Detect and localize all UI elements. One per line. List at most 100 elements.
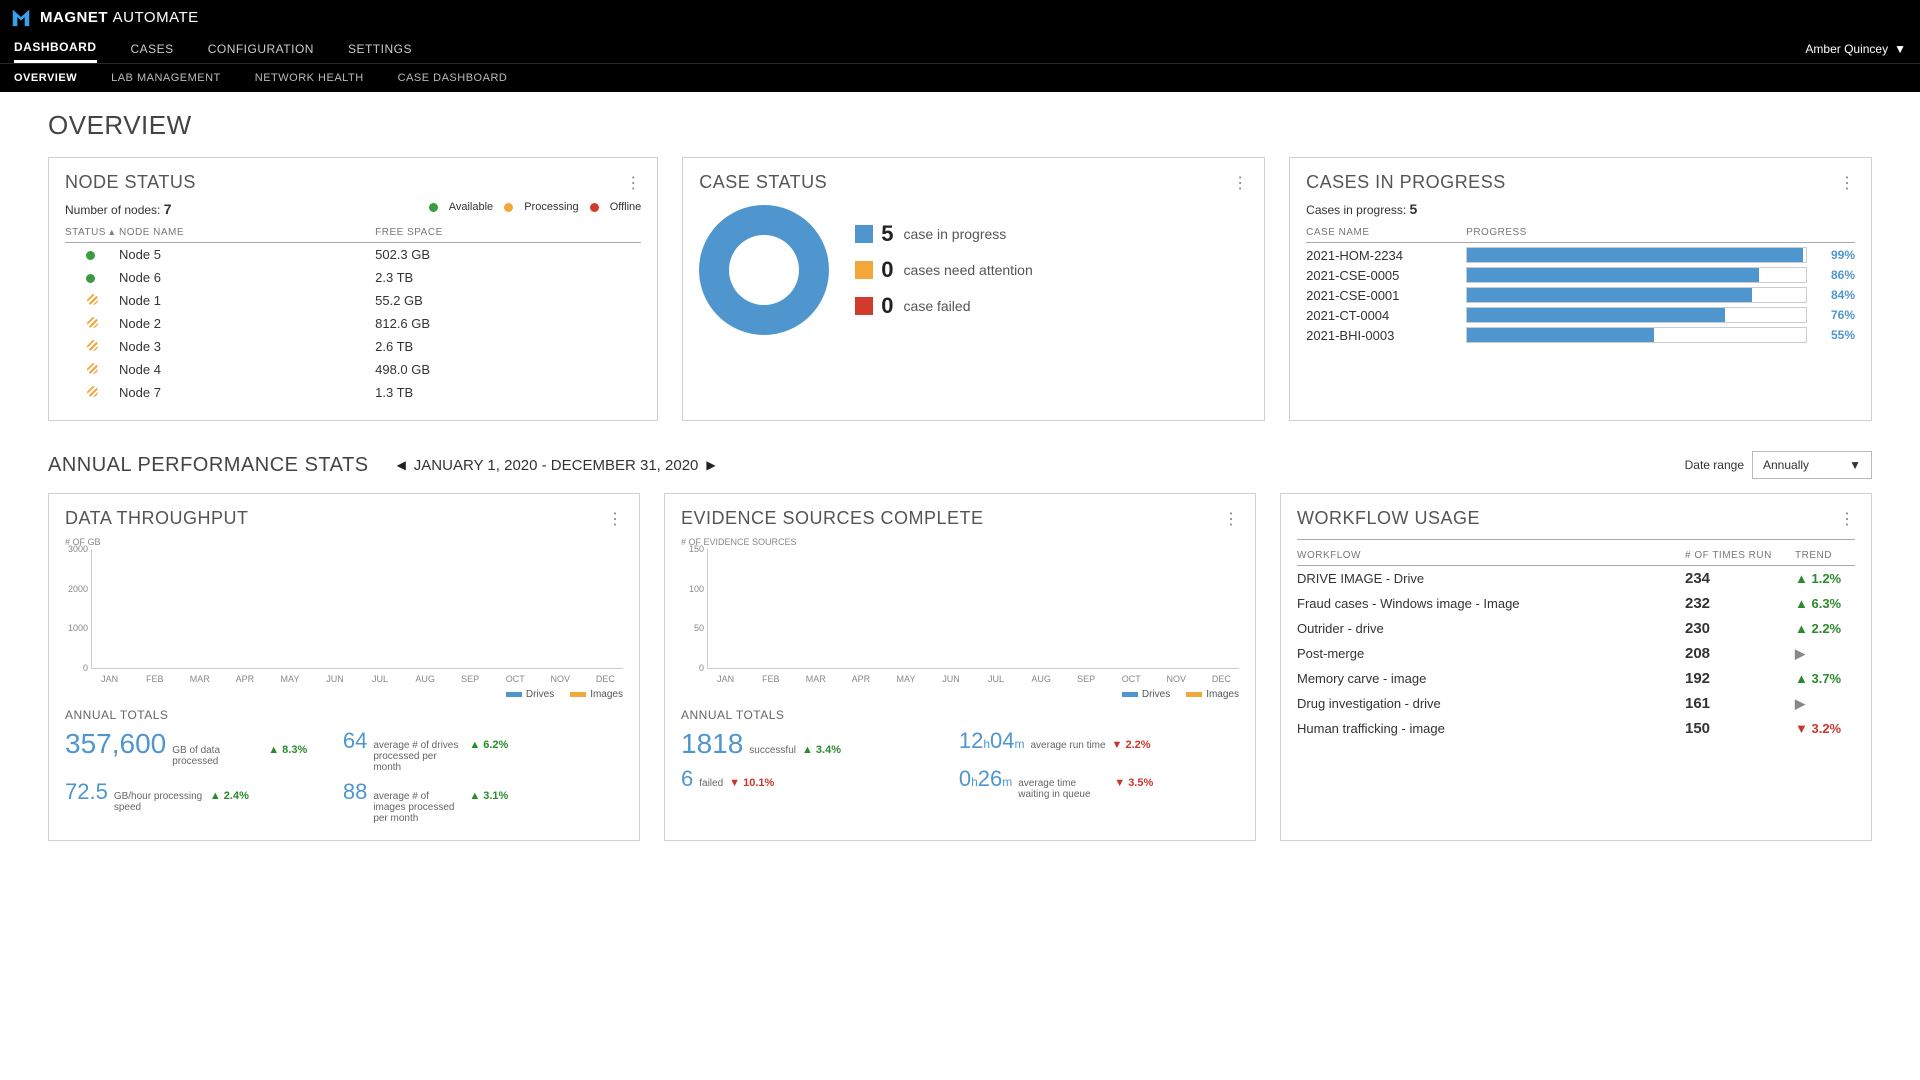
kebab-icon[interactable]: ⋮ xyxy=(1232,173,1248,193)
node-table: STATUS ▴ NODE NAME FREE SPACE Node 5502.… xyxy=(65,223,641,404)
col-times-run[interactable]: # OF TIMES RUN xyxy=(1685,546,1795,566)
col-progress[interactable]: PROGRESS xyxy=(1466,223,1817,243)
col-workflow[interactable]: WORKFLOW xyxy=(1297,546,1685,566)
case-status-donut xyxy=(699,205,829,335)
next-range-icon[interactable]: ▶ xyxy=(706,458,715,472)
workflow-name: Human trafficking - image xyxy=(1297,716,1685,741)
case-progress-row[interactable]: 2021-CSE-0005 86% xyxy=(1306,267,1855,283)
cip-count: 5 xyxy=(1410,201,1418,217)
case-progress-row[interactable]: 2021-HOM-223499% xyxy=(1306,247,1855,263)
stat: 0h26maverage time waiting in queue▼ 3.5% xyxy=(959,766,1227,800)
page: OVERVIEW NODE STATUS⋮ Number of nodes: 7… xyxy=(0,92,1920,881)
cip-count-label: Cases in progress: xyxy=(1306,203,1406,217)
prev-range-icon[interactable]: ◀ xyxy=(397,458,406,472)
workflow-name: Fraud cases - Windows image - Image xyxy=(1297,591,1685,616)
nav-primary: DASHBOARD CASES CONFIGURATION SETTINGS Ambe… xyxy=(0,34,1920,64)
annual-header: ANNUAL PERFORMANCE STATS ◀ JANUARY 1, 20… xyxy=(48,451,1872,479)
month-label: JUN xyxy=(320,674,349,684)
subnav-overview[interactable]: OVERVIEW xyxy=(14,64,77,92)
stat: 12h04maverage run time▼ 2.2% xyxy=(959,728,1227,760)
case-progress-row[interactable]: 2021-CT-000476% xyxy=(1306,307,1855,323)
case-name: 2021-CSE-0005 xyxy=(1306,268,1456,283)
trend-indicator: ▲ 3.4% xyxy=(802,744,841,756)
kebab-icon[interactable]: ⋮ xyxy=(1839,509,1855,529)
node-name: Node 6 xyxy=(119,266,375,289)
node-row[interactable]: Node 4498.0 GB xyxy=(65,358,641,381)
status-processing-icon xyxy=(87,294,98,305)
node-row[interactable]: Node 2812.6 GB xyxy=(65,312,641,335)
col-trend[interactable]: TREND xyxy=(1795,546,1855,566)
subnav-lab-management[interactable]: LAB MANAGEMENT xyxy=(111,64,221,92)
status-processing-icon xyxy=(87,340,98,351)
workflow-count: 150 xyxy=(1685,716,1795,741)
subnav-case-dashboard[interactable]: CASE DASHBOARD xyxy=(398,64,508,92)
workflow-row[interactable]: Post-merge208▶ xyxy=(1297,641,1855,666)
card-data-throughput: DATA THROUGHPUT⋮ # OF GB JANFEBMARAPRMAY… xyxy=(48,493,640,841)
progress-pct: 99% xyxy=(1817,248,1855,262)
month-label: JUL xyxy=(365,674,394,684)
throughput-axis-label: # OF GB xyxy=(65,537,623,547)
page-title: OVERVIEW xyxy=(48,110,1872,141)
kebab-icon[interactable]: ⋮ xyxy=(1223,509,1239,529)
range-select[interactable]: Annually ▼ xyxy=(1752,451,1872,479)
node-space: 502.3 GB xyxy=(375,243,641,267)
workflow-trend: ▶ xyxy=(1795,691,1855,716)
throughput-title: DATA THROUGHPUT xyxy=(65,508,249,529)
workflow-name: Memory carve - image xyxy=(1297,666,1685,691)
kebab-icon[interactable]: ⋮ xyxy=(625,173,641,193)
col-node-name[interactable]: NODE NAME xyxy=(119,223,375,243)
col-free-space[interactable]: FREE SPACE xyxy=(375,223,641,243)
throughput-legend: Drives Images xyxy=(65,689,623,700)
month-label: MAY xyxy=(275,674,304,684)
user-name: Amber Quincey xyxy=(1805,42,1888,56)
workflow-row[interactable]: Memory carve - image192▲ 3.7% xyxy=(1297,666,1855,691)
throughput-totals-title: ANNUAL TOTALS xyxy=(65,708,623,722)
status-processing-icon xyxy=(87,386,98,397)
nav-settings[interactable]: SETTINGS xyxy=(348,36,412,62)
node-row[interactable]: Node 62.3 TB xyxy=(65,266,641,289)
kebab-icon[interactable]: ⋮ xyxy=(607,509,623,529)
evidence-legend: Drives Images xyxy=(681,689,1239,700)
col-status[interactable]: STATUS ▴ xyxy=(65,223,119,243)
col-case-name[interactable]: CASE NAME xyxy=(1306,223,1466,243)
trend-indicator: ▼ 10.1% xyxy=(729,777,774,789)
workflow-row[interactable]: Outrider - drive230▲ 2.2% xyxy=(1297,616,1855,641)
node-status-title: NODE STATUS xyxy=(65,172,196,193)
kebab-icon[interactable]: ⋮ xyxy=(1839,173,1855,193)
case-name: 2021-BHI-0003 xyxy=(1306,328,1456,343)
node-space: 2.6 TB xyxy=(375,335,641,358)
workflow-row[interactable]: DRIVE IMAGE - Drive234▲ 1.2% xyxy=(1297,566,1855,592)
month-label: OCT xyxy=(1117,674,1146,684)
status-processing-icon xyxy=(87,317,98,328)
case-progress-row[interactable]: 2021-CSE-000184% xyxy=(1306,287,1855,303)
case-status-legend: 5case in progress0cases need attention0c… xyxy=(855,221,1032,319)
nav-dashboard[interactable]: DASHBOARD xyxy=(14,34,97,63)
node-row[interactable]: Node 155.2 GB xyxy=(65,289,641,312)
subnav-network-health[interactable]: NETWORK HEALTH xyxy=(255,64,364,92)
user-menu[interactable]: Amber Quincey ▼ xyxy=(1805,42,1906,56)
node-row[interactable]: Node 32.6 TB xyxy=(65,335,641,358)
node-space: 498.0 GB xyxy=(375,358,641,381)
progress-pct: 55% xyxy=(1817,328,1855,342)
node-name: Node 1 xyxy=(119,289,375,312)
progress-pct: 86% xyxy=(1817,268,1855,282)
case-status-title: CASE STATUS xyxy=(699,172,827,193)
stat: 72.5GB/hour processing speed▲ 2.4% xyxy=(65,779,333,824)
node-row[interactable]: Node 5502.3 GB xyxy=(65,243,641,267)
workflow-row[interactable]: Drug investigation - drive161▶ xyxy=(1297,691,1855,716)
workflow-row[interactable]: Human trafficking - image150▼ 3.2% xyxy=(1297,716,1855,741)
nav-configuration[interactable]: CONFIGURATION xyxy=(208,36,314,62)
stat: 64average # of drives processed per mont… xyxy=(343,728,611,773)
status-processing-icon xyxy=(87,363,98,374)
chevron-down-icon: ▼ xyxy=(1849,458,1861,472)
node-name: Node 4 xyxy=(119,358,375,381)
case-progress-row[interactable]: 2021-BHI-0003 55% xyxy=(1306,327,1855,343)
progress-bar xyxy=(1466,267,1807,283)
nav-cases[interactable]: CASES xyxy=(131,36,174,62)
month-label: JUL xyxy=(981,674,1010,684)
node-row[interactable]: Node 71.3 TB xyxy=(65,381,641,404)
workflow-row[interactable]: Fraud cases - Windows image - Image232▲ … xyxy=(1297,591,1855,616)
month-label: MAY xyxy=(891,674,920,684)
month-label: SEP xyxy=(456,674,485,684)
trend-indicator: ▲ 3.1% xyxy=(469,790,508,802)
